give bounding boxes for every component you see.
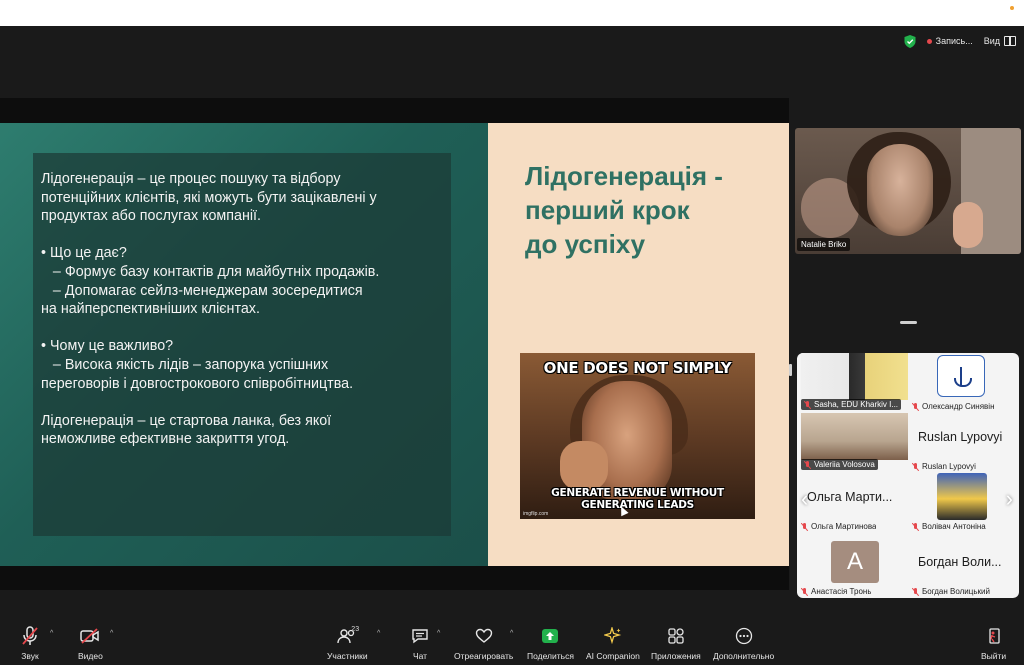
mic-muted-icon bbox=[804, 460, 811, 469]
participant-gallery: Sasha, EDU Kharkiv I... Олександр Синяві… bbox=[797, 353, 1019, 598]
recording-indicator[interactable]: Запись... bbox=[922, 34, 978, 48]
share-screen-icon bbox=[540, 626, 560, 646]
anchor-icon bbox=[952, 365, 972, 387]
zoom-meeting-window: Запись... Вид Лідогенерація – це процес … bbox=[0, 26, 1024, 665]
react-options-chevron-icon[interactable]: ^ bbox=[510, 630, 513, 637]
participant-display-name: Ruslan Lypovyi bbox=[918, 430, 1003, 444]
shared-screen: Лідогенерація – це процес пошуку та відб… bbox=[0, 98, 789, 590]
react-button[interactable]: Отреагировать bbox=[454, 626, 513, 661]
mic-muted-icon bbox=[804, 400, 811, 409]
participant-tile[interactable]: Олександр Синявін bbox=[908, 353, 1019, 413]
participant-tile[interactable]: Богдан Воли... Богдан Волицький bbox=[908, 538, 1019, 598]
participant-avatar-image bbox=[937, 473, 987, 520]
sparkle-icon bbox=[603, 626, 623, 646]
more-dots-icon bbox=[734, 626, 754, 646]
meme-bottom-caption: GENERATE REVENUE WITHOUT GENERATING LEAD… bbox=[551, 487, 724, 511]
leave-button[interactable]: Выйти bbox=[981, 626, 1006, 661]
meeting-top-bar: Запись... Вид bbox=[0, 26, 1024, 56]
audio-options-chevron-icon[interactable]: ^ bbox=[50, 630, 53, 637]
meeting-toolbar: Звук ^ Видео ^ 23 Участники ^ Чат ^ Отре… bbox=[0, 622, 1024, 665]
participant-display-name: Богдан Воли... bbox=[918, 555, 1002, 569]
mic-muted-icon bbox=[912, 402, 919, 411]
recording-label: Запись... bbox=[935, 36, 973, 46]
audio-button[interactable]: Звук bbox=[20, 626, 40, 661]
participant-tile[interactable]: Ольга Марти... Ольга Мартинова bbox=[797, 473, 908, 533]
mic-muted-icon bbox=[912, 587, 919, 596]
slide-body-text: Лідогенерація – це процес пошуку та відб… bbox=[41, 170, 445, 468]
participant-display-name: Ольга Марти... bbox=[807, 490, 893, 504]
more-button[interactable]: Дополнительно bbox=[713, 626, 774, 661]
participants-count: 23 bbox=[351, 626, 360, 633]
recording-dot-icon bbox=[926, 38, 932, 44]
slide-importance-paragraph: • Чому це важливо? – Висока якість лідів… bbox=[41, 338, 354, 392]
heart-icon bbox=[474, 626, 494, 646]
participant-tile[interactable]: Волівач Антоніна bbox=[908, 473, 1019, 533]
microphone-muted-icon bbox=[20, 626, 40, 646]
ai-companion-button[interactable]: AI Companion bbox=[586, 626, 640, 661]
participants-icon: 23 bbox=[337, 626, 360, 646]
window-status-dot bbox=[1010, 6, 1014, 10]
slide-right-panel: Лідогенерація - перший крок до успіху ON… bbox=[488, 123, 789, 566]
mic-muted-icon bbox=[912, 462, 919, 471]
video-button[interactable]: Видео bbox=[78, 626, 103, 661]
meme-watermark: imgflip.com bbox=[523, 511, 549, 517]
apps-button[interactable]: Приложения bbox=[651, 626, 701, 661]
active-speaker-video[interactable]: Natalie Briko bbox=[795, 128, 1021, 254]
avatar: A bbox=[831, 541, 879, 583]
panel-resize-handle[interactable] bbox=[789, 364, 792, 376]
slide-title: Лідогенерація - перший крок до успіху bbox=[525, 161, 723, 259]
slide-text-box: Лідогенерація – це процес пошуку та відб… bbox=[33, 153, 451, 536]
meme-image: ONE DOES NOT SIMPLY GENERATE REVENUE WIT… bbox=[520, 353, 755, 519]
participants-button[interactable]: 23 Участники bbox=[327, 626, 368, 661]
gallery-prev-button[interactable]: ‹ bbox=[801, 486, 808, 512]
chat-icon bbox=[410, 626, 430, 646]
view-layout-icon bbox=[1004, 36, 1016, 46]
participant-tile[interactable]: Valeriia Volosova bbox=[797, 413, 908, 473]
mic-muted-icon bbox=[912, 522, 919, 531]
organization-logo bbox=[937, 355, 985, 397]
share-screen-button[interactable]: Поделиться bbox=[527, 626, 574, 661]
presentation-slide: Лідогенерація – це процес пошуку та відб… bbox=[0, 123, 789, 566]
minimize-video-handle[interactable] bbox=[900, 321, 917, 324]
meme-top-caption: ONE DOES NOT SIMPLY bbox=[543, 359, 732, 377]
video-options-chevron-icon[interactable]: ^ bbox=[110, 630, 113, 637]
speaker-name-tag: Natalie Briko bbox=[797, 238, 851, 251]
chat-button[interactable]: Чат bbox=[410, 626, 430, 661]
top-right-controls: Запись... Вид bbox=[904, 34, 1016, 48]
leave-icon bbox=[984, 626, 1004, 646]
meme-hand bbox=[560, 441, 608, 491]
mic-muted-icon bbox=[801, 587, 808, 596]
slide-intro-paragraph: Лідогенерація – це процес пошуку та відб… bbox=[41, 171, 377, 225]
participant-tile[interactable]: Ruslan Lypovyi Ruslan Lypovyi bbox=[908, 413, 1019, 473]
slide-outro-paragraph: Лідогенерація – це стартова ланка, без я… bbox=[41, 412, 332, 448]
security-shield-icon[interactable] bbox=[904, 34, 916, 48]
mic-muted-icon bbox=[801, 522, 808, 531]
participant-tile[interactable]: A Анастасія Тронь bbox=[797, 538, 908, 598]
video-off-icon bbox=[80, 626, 100, 646]
gallery-next-button[interactable]: › bbox=[1006, 486, 1013, 512]
slide-benefits-paragraph: • Що це дає? – Формує базу контактів для… bbox=[41, 245, 380, 318]
slide-left-panel: Лідогенерація – це процес пошуку та відб… bbox=[0, 123, 488, 566]
apps-icon bbox=[666, 626, 686, 646]
view-button[interactable]: Вид bbox=[984, 36, 1016, 46]
chat-options-chevron-icon[interactable]: ^ bbox=[437, 630, 440, 637]
view-label: Вид bbox=[983, 36, 1000, 46]
participant-tile[interactable]: Sasha, EDU Kharkiv I... bbox=[797, 353, 908, 413]
participants-options-chevron-icon[interactable]: ^ bbox=[377, 630, 380, 637]
